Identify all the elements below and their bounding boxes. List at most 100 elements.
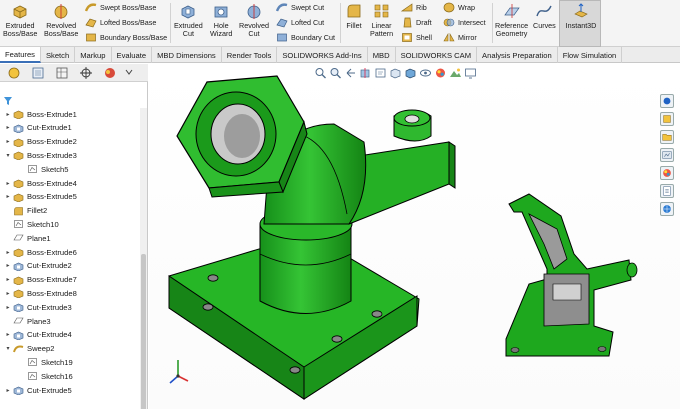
fillet-button[interactable]: Fillet xyxy=(345,2,363,30)
expand-arrow-icon[interactable]: ▸ xyxy=(4,386,12,394)
tab-solidworks-add-ins[interactable]: SOLIDWORKS Add-Ins xyxy=(277,47,368,63)
tree-item-label: Cut-Extrude3 xyxy=(27,302,72,312)
tree-item[interactable]: ▸ Boss-Extrude5 xyxy=(4,191,77,203)
shell-button[interactable]: Shell xyxy=(401,32,432,43)
boundary-cut-button[interactable]: Boundary Cut xyxy=(276,32,335,43)
swept-cut-icon xyxy=(276,3,288,12)
panel-more-arrow-icon[interactable] xyxy=(124,66,134,80)
tree-item[interactable]: Sketch5 xyxy=(18,163,68,175)
feature-manager-panel: ▸ Boss-Extrude1 ▸ Cut-Extrude1 ▸ Boss-Extrude… xyxy=(0,64,148,409)
tree-item[interactable]: ▸ Cut-Extrude5 xyxy=(4,384,72,396)
instant3d-button[interactable]: Instant3D xyxy=(559,0,601,47)
tree-item[interactable]: Plane3 xyxy=(4,315,51,327)
collapse-arrow-icon[interactable]: ▾ xyxy=(4,345,12,353)
expand-arrow-icon[interactable]: ▸ xyxy=(4,124,12,132)
draft-icon xyxy=(403,17,412,28)
dimxpert-manager-tab-icon[interactable] xyxy=(78,66,94,80)
instant3d-label: Instant3D xyxy=(565,21,597,30)
display-manager-tab-icon[interactable] xyxy=(102,66,118,80)
tree-item[interactable]: Fillet2 xyxy=(4,205,47,217)
revolved-cut-button[interactable]: Revolved Cut xyxy=(239,2,269,38)
tab-evaluate[interactable]: Evaluate xyxy=(112,47,153,63)
revolved-boss-icon xyxy=(54,4,68,19)
tab-features[interactable]: Features xyxy=(0,47,41,63)
configuration-manager-tab-icon[interactable] xyxy=(54,66,70,80)
mirror-button[interactable]: Mirror xyxy=(443,32,477,43)
tab-markup[interactable]: Markup xyxy=(75,47,112,63)
tab-solidworks-cam[interactable]: SOLIDWORKS CAM xyxy=(396,47,478,63)
curves-icon xyxy=(536,5,553,17)
tab-flow-simulation[interactable]: Flow Simulation xyxy=(558,47,623,63)
collapse-arrow-icon[interactable]: ▾ xyxy=(4,151,12,159)
reference-geometry-icon xyxy=(503,4,520,18)
tab-sketch[interactable]: Sketch xyxy=(41,47,76,63)
tree-item[interactable]: ▸ Cut-Extrude1 xyxy=(4,122,72,134)
feature-manager-tab-icon[interactable] xyxy=(6,66,22,80)
curves-button[interactable]: Curves xyxy=(533,2,556,30)
extruded-boss-button[interactable]: Extruded Boss/Base xyxy=(3,2,37,38)
model-3d-view[interactable] xyxy=(149,64,680,409)
expand-arrow-icon[interactable]: ▸ xyxy=(4,138,12,146)
expand-arrow-icon[interactable]: ▸ xyxy=(4,331,12,339)
lofted-cut-button[interactable]: Lofted Cut xyxy=(276,17,324,28)
tree-item[interactable]: Sketch16 xyxy=(18,370,73,382)
tree-item[interactable]: Sketch19 xyxy=(18,356,73,368)
tree-scrollbar-thumb[interactable] xyxy=(141,254,146,409)
tree-item-label: Boss-Extrude1 xyxy=(27,109,77,119)
revolved-boss-button[interactable]: Revolved Boss/Base xyxy=(44,2,78,38)
reference-geometry-button[interactable]: Reference Geometry xyxy=(495,2,528,38)
tree-item[interactable]: ▸ Boss-Extrude2 xyxy=(4,136,77,148)
draft-button[interactable]: Draft xyxy=(401,17,432,28)
extruded-boss-icon xyxy=(13,5,27,19)
expand-arrow-icon[interactable]: ▸ xyxy=(4,248,12,256)
expand-arrow-icon[interactable]: ▸ xyxy=(4,193,12,201)
extrude-icon xyxy=(13,193,24,202)
tree-item[interactable]: ▸ Boss-Extrude4 xyxy=(4,177,77,189)
tree-item[interactable]: ▾ Boss-Extrude3 xyxy=(4,149,77,161)
linear-pattern-button[interactable]: Linear Pattern xyxy=(370,2,393,38)
intersect-button[interactable]: Intersect xyxy=(443,17,486,28)
swept-boss-icon xyxy=(85,3,97,12)
expand-arrow-icon[interactable]: ▸ xyxy=(4,179,12,187)
expand-arrow-icon[interactable]: ▸ xyxy=(4,262,12,270)
expand-arrow-icon[interactable]: ▸ xyxy=(4,303,12,311)
expand-arrow-icon[interactable]: ▸ xyxy=(4,110,12,118)
plane-icon xyxy=(13,234,24,241)
tree-item[interactable]: Sketch10 xyxy=(4,218,59,230)
tree-item[interactable]: ▸ Boss-Extrude1 xyxy=(4,108,77,120)
tree-item[interactable]: ▸ Cut-Extrude4 xyxy=(4,329,72,341)
tree-item[interactable]: ▾ Sweep2 xyxy=(4,343,54,355)
shell-label: Shell xyxy=(416,33,432,42)
swept-cut-button[interactable]: Swept Cut xyxy=(276,2,324,13)
swept-boss-button[interactable]: Swept Boss/Base xyxy=(85,2,156,13)
expand-arrow-icon[interactable]: ▸ xyxy=(4,276,12,284)
rib-button[interactable]: Rib xyxy=(401,2,427,13)
filter-icon[interactable] xyxy=(3,96,13,106)
wrap-button[interactable]: Wrap xyxy=(443,2,475,13)
tree-item[interactable]: Plane1 xyxy=(4,232,51,244)
tab-analysis-preparation[interactable]: Analysis Preparation xyxy=(477,47,558,63)
ribbon-separator xyxy=(340,3,341,43)
instant3d-content: Instant3D xyxy=(562,2,600,30)
property-manager-tab-icon[interactable] xyxy=(30,66,46,80)
tab-render-tools[interactable]: Render Tools xyxy=(222,47,278,63)
tree-item[interactable]: ▸ Boss-Extrude7 xyxy=(4,274,77,286)
lofted-boss-button[interactable]: Lofted Boss/Base xyxy=(85,17,156,28)
boundary-boss-button[interactable]: Boundary Boss/Base xyxy=(85,32,167,43)
tab-mbd[interactable]: MBD xyxy=(368,47,396,63)
tree-item[interactable]: ▸ Cut-Extrude2 xyxy=(4,260,72,272)
cut-icon xyxy=(13,262,24,271)
tree-item[interactable]: ▸ Boss-Extrude8 xyxy=(4,287,77,299)
tab-mbd-dimensions[interactable]: MBD Dimensions xyxy=(152,47,222,63)
graphics-area[interactable] xyxy=(149,64,680,409)
expand-arrow-icon[interactable]: ▸ xyxy=(4,289,12,297)
lofted-boss-icon xyxy=(85,18,97,28)
hole-wizard-button[interactable]: Hole Wizard xyxy=(210,2,232,38)
extruded-cut-button[interactable]: Extruded Cut xyxy=(174,2,203,38)
linear-pattern-icon xyxy=(374,4,388,18)
tree-item[interactable]: ▸ Cut-Extrude3 xyxy=(4,301,72,313)
extrude-icon xyxy=(13,152,24,161)
tree-item[interactable]: ▸ Boss-Extrude6 xyxy=(4,246,77,258)
